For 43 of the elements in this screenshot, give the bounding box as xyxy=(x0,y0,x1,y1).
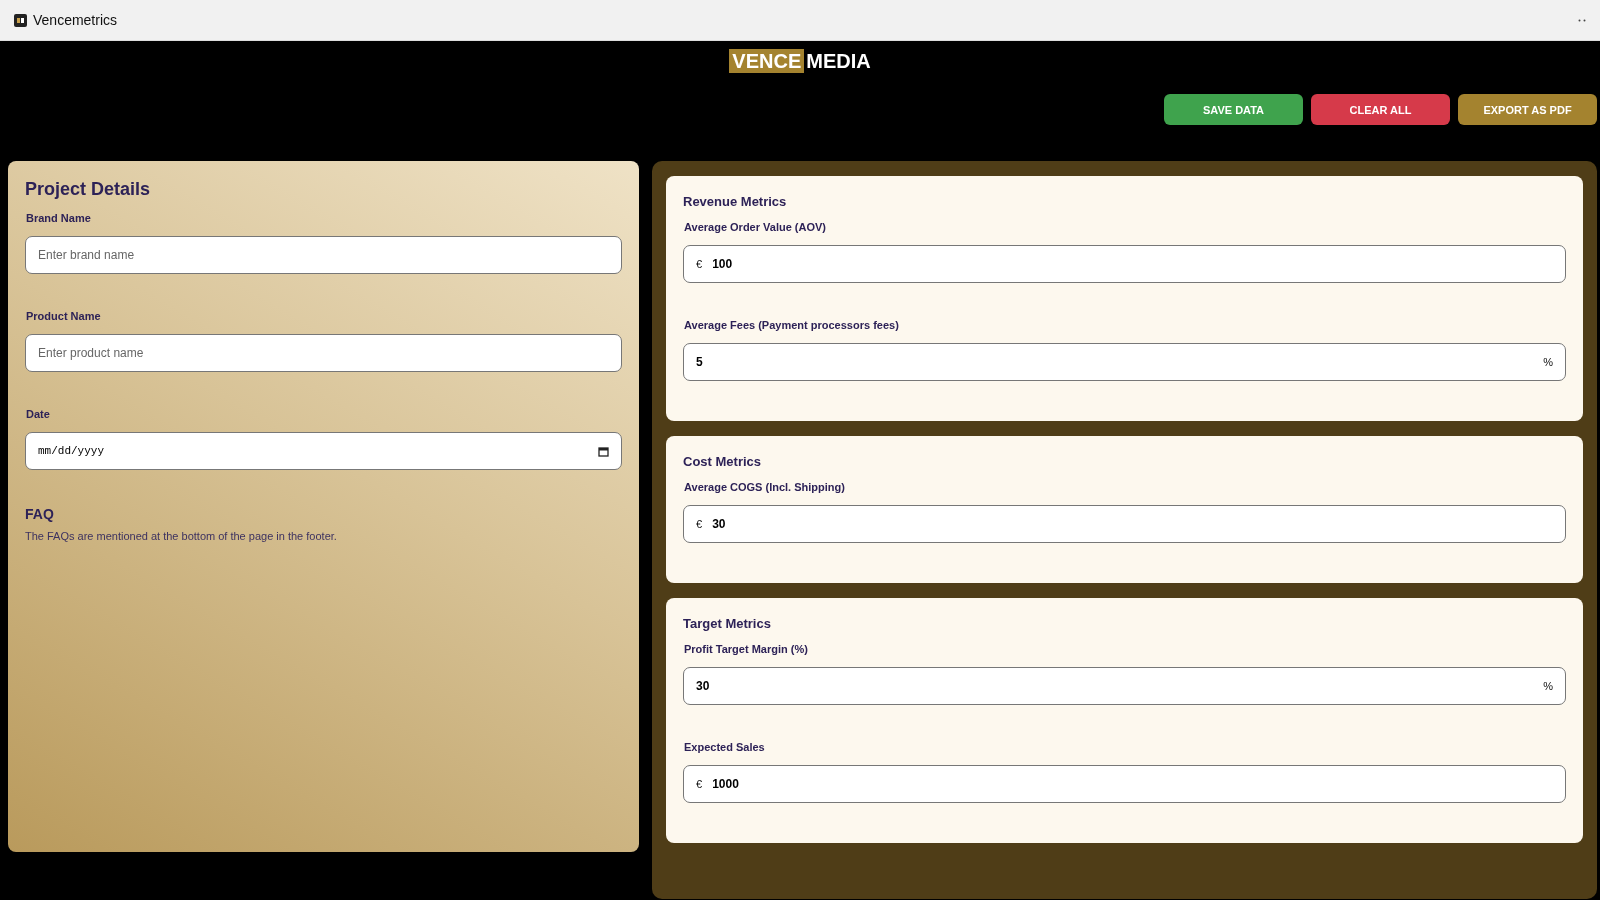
card-title: Cost Metrics xyxy=(683,454,763,469)
currency-sign: € xyxy=(696,258,703,270)
field-label: Average COGS (Incl. Shipping) xyxy=(684,481,846,493)
percent-sign: % xyxy=(1543,356,1553,368)
placeholder-text: Enter brand name xyxy=(38,248,135,262)
faq-heading: FAQ xyxy=(25,506,55,522)
currency-sign: € xyxy=(696,518,703,530)
text-input[interactable]: Enter brand name xyxy=(25,236,622,274)
field-value: 5 xyxy=(696,355,703,369)
field-label: Average Fees (Payment processors fees) xyxy=(684,319,900,331)
window-title: Vencemetrics xyxy=(33,12,119,28)
field-label: Product Name xyxy=(26,310,102,322)
action-button[interactable]: EXPORT AS PDF xyxy=(1458,94,1597,125)
app-icon xyxy=(14,13,27,27)
logo-text: VENCE xyxy=(729,49,805,73)
number-input[interactable]: € 1000 xyxy=(683,765,1566,803)
date-placeholder: mm/dd/yyyy xyxy=(38,445,105,457)
action-button[interactable]: CLEAR ALL xyxy=(1311,94,1450,125)
number-input[interactable]: 30 % xyxy=(683,667,1566,705)
field-value: 1000 xyxy=(712,777,739,791)
card-title: Target Metrics xyxy=(683,616,772,631)
more-icon[interactable] xyxy=(1578,18,1586,22)
date-field[interactable]: mm/dd/yyyy xyxy=(25,432,622,470)
card-title: Revenue Metrics xyxy=(683,194,788,209)
currency-sign: € xyxy=(696,778,703,790)
placeholder-text: Enter product name xyxy=(38,346,144,360)
faq-text: The FAQs are mentioned at the bottom of the page in the footer. xyxy=(25,530,338,542)
field-label: Average Order Value (AOV) xyxy=(684,221,828,233)
percent-sign: % xyxy=(1543,680,1553,692)
number-input[interactable]: € 100 xyxy=(683,245,1566,283)
field-label: Date xyxy=(26,408,51,420)
calendar-icon xyxy=(598,445,609,457)
field-value: 30 xyxy=(712,517,726,531)
number-input[interactable]: € 30 xyxy=(683,505,1566,543)
logo-text: MEDIA xyxy=(805,49,871,73)
panel-title: Project Details xyxy=(25,179,152,200)
field-value: 100 xyxy=(712,257,733,271)
text-input[interactable]: Enter product name xyxy=(25,334,622,372)
field-value: 30 xyxy=(696,679,710,693)
number-input[interactable]: 5 % xyxy=(683,343,1566,381)
field-label: Profit Target Margin (%) xyxy=(684,643,809,655)
field-label: Brand Name xyxy=(26,212,92,224)
field-label: Expected Sales xyxy=(684,741,766,753)
